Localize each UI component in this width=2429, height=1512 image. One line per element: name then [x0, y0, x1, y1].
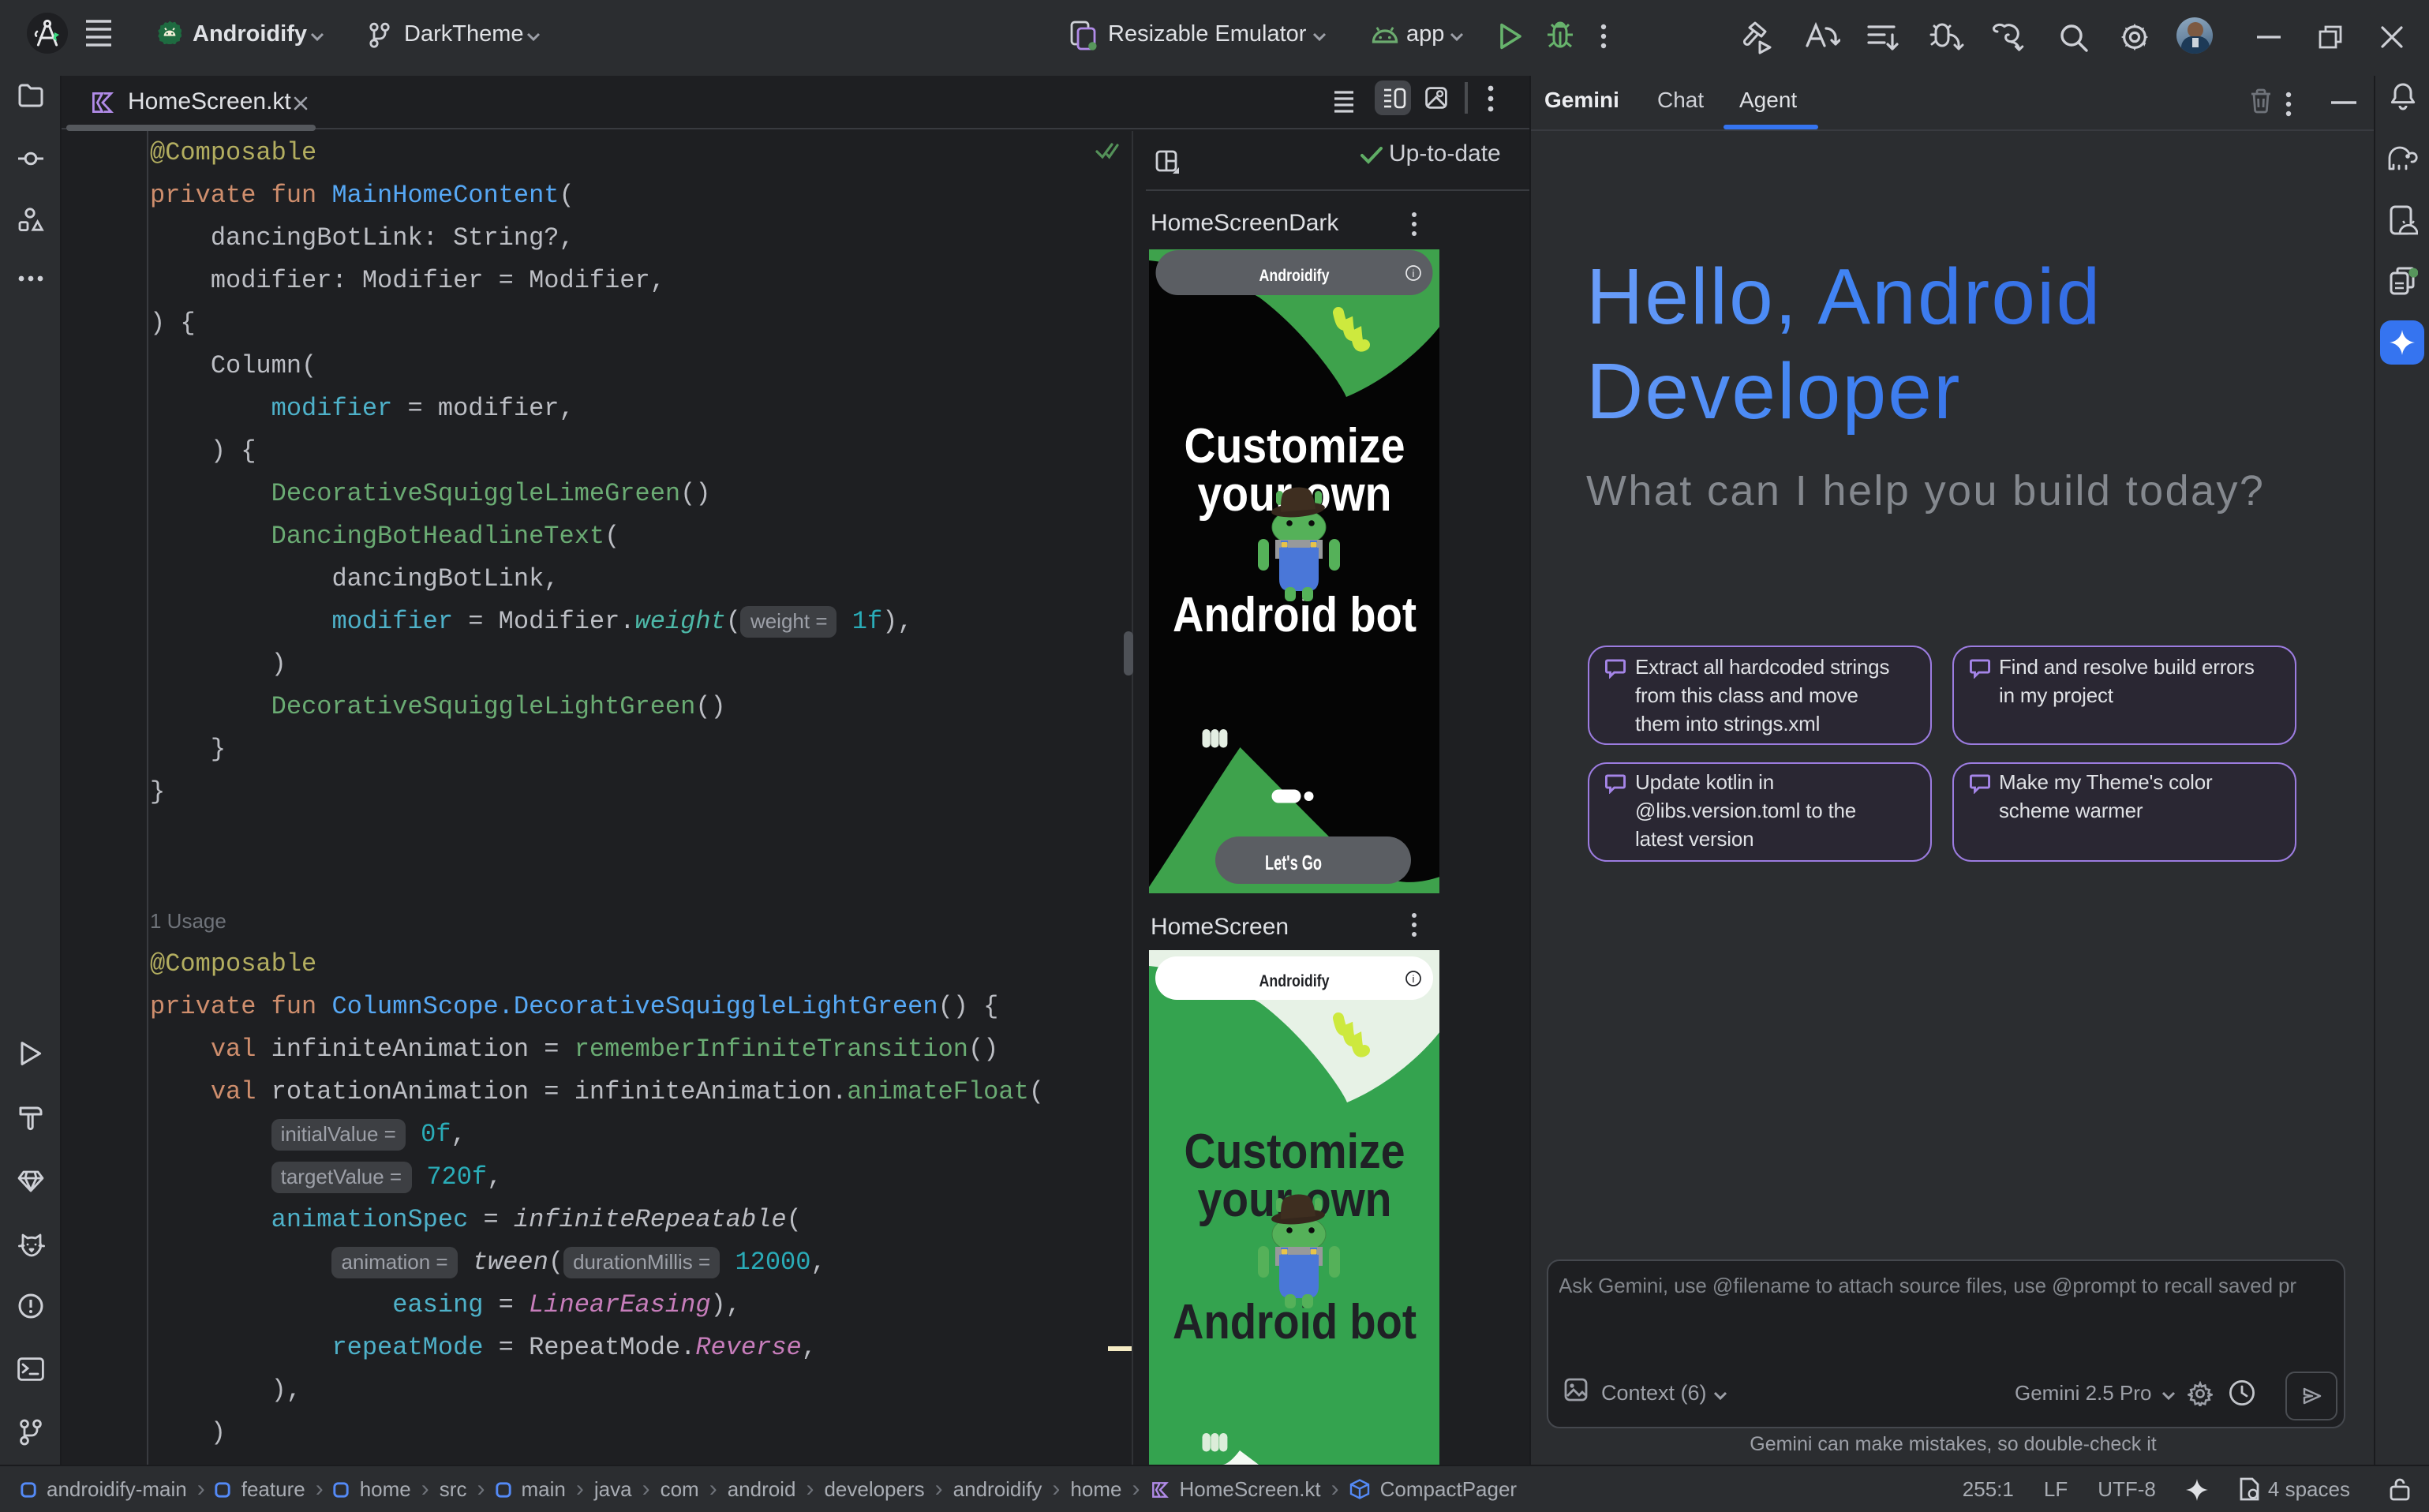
- svg-text:i: i: [1412, 268, 1414, 279]
- svg-text:Customize: Customize: [1184, 1125, 1405, 1179]
- svg-text:Let's Go: Let's Go: [1264, 851, 1321, 874]
- svg-text:Androidify: Androidify: [1259, 971, 1329, 990]
- svg-text:i: i: [1412, 973, 1414, 985]
- svg-text:Androidify: Androidify: [1259, 266, 1329, 285]
- svg-text:Customize: Customize: [1184, 419, 1405, 473]
